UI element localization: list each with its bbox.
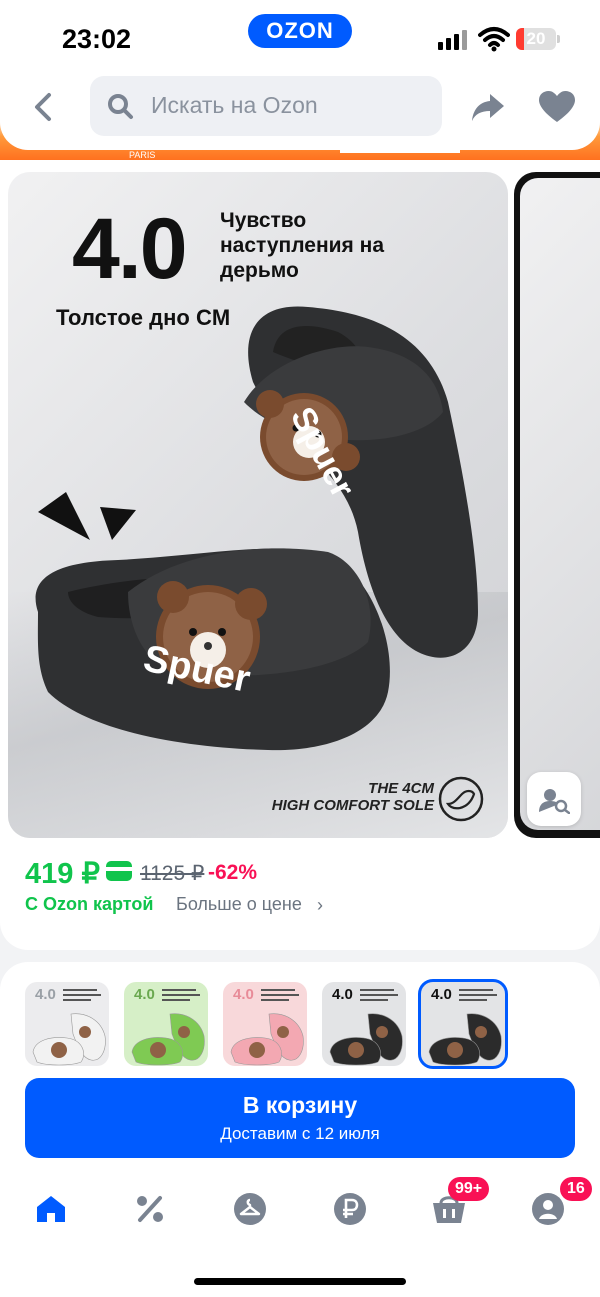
ruble-finance-icon	[334, 1193, 366, 1225]
next-product-image[interactable]	[514, 172, 600, 838]
visual-search-button[interactable]	[527, 772, 581, 826]
variant-slipper-image	[428, 1013, 502, 1066]
product-image[interactable]: Spuer Spuer 4.0 Чувство наступления на д…	[8, 172, 508, 838]
variant-number: 4.0	[35, 986, 56, 1003]
discount-icon	[137, 1196, 163, 1222]
current-price: 419 ₽	[25, 858, 100, 890]
cart-badge: 99+	[448, 1177, 490, 1201]
banner-fragment-text: PARIS	[129, 150, 156, 160]
next-image-preview	[520, 178, 600, 830]
share-icon[interactable]	[470, 90, 506, 124]
variant-number: 4.0	[134, 986, 155, 1003]
search-icon	[108, 94, 133, 119]
back-button[interactable]	[26, 90, 60, 124]
image-search-icon	[539, 789, 570, 814]
variant-slipper-image	[131, 1013, 205, 1066]
variant-number: 4.0	[233, 986, 254, 1003]
variant-caption-lines	[162, 989, 200, 1001]
variant-thumbnail[interactable]: 4.0	[418, 979, 508, 1069]
comfort-line-2: HIGH COMFORT SOLE	[271, 797, 434, 814]
profile-badge: 16	[560, 1177, 592, 1201]
variant-thumbnail[interactable]: 4.0	[124, 982, 208, 1066]
sole-icon	[438, 776, 484, 822]
catalog-hanger-icon	[234, 1193, 266, 1225]
profile-icon	[532, 1193, 564, 1225]
variant-thumbnail[interactable]: 4.0	[322, 982, 406, 1066]
cellular-signal-icon	[438, 30, 467, 50]
bottom-navigation	[0, 1162, 600, 1297]
comfort-line-1: THE 4CM	[368, 780, 434, 797]
add-to-cart-button[interactable]: В корзину Доставим с 12 июля	[25, 1078, 575, 1158]
battery-cap	[557, 35, 560, 43]
status-time: 23:02	[62, 24, 132, 54]
variant-number: 4.0	[431, 986, 452, 1003]
more-about-price-link[interactable]: Больше о цене	[176, 894, 302, 915]
nav-catalog[interactable]	[230, 1190, 270, 1228]
variant-caption-lines	[63, 989, 101, 1001]
variant-thumbnail[interactable]: 4.0	[223, 982, 307, 1066]
ozon-card-label: С Ozon картой	[25, 894, 154, 914]
variant-slipper-image	[32, 1013, 106, 1066]
delivery-date-label: Доставим с 12 июля	[220, 1124, 380, 1143]
promo-number: 4.0	[72, 201, 188, 297]
wifi-icon	[478, 27, 510, 52]
back-arrow-icon	[35, 93, 51, 121]
variant-caption-lines	[360, 989, 398, 1001]
nav-finance[interactable]	[330, 1190, 370, 1228]
promo-text: Чувство наступления на дерьмо	[220, 209, 385, 282]
comfort-text: THE 4CM HIGH COMFORT SOLE	[248, 780, 434, 814]
variant-caption-lines	[261, 989, 299, 1001]
nav-home[interactable]	[31, 1190, 71, 1228]
add-to-cart-label: В корзину	[242, 1092, 358, 1118]
home-indicator	[194, 1278, 406, 1285]
variant-slipper-image	[230, 1013, 304, 1066]
promo-subtitle: Толстое дно CM	[56, 305, 231, 330]
battery-icon: 20	[516, 28, 556, 50]
old-price: 1125 ₽	[140, 862, 205, 885]
variant-slipper-image	[329, 1013, 403, 1066]
nav-discounts[interactable]	[130, 1190, 170, 1228]
ozon-logo: OZON	[248, 14, 352, 48]
home-icon	[37, 1196, 65, 1222]
heart-icon[interactable]	[538, 90, 576, 124]
ozon-card-icon	[106, 861, 132, 881]
discount-badge: -62%	[208, 861, 258, 884]
chevron-right-icon[interactable]: ›	[317, 895, 323, 916]
variant-caption-lines	[459, 989, 497, 1001]
battery-level: 20	[526, 29, 546, 48]
search-placeholder[interactable]: Искать на Ozon	[151, 92, 318, 119]
variant-number: 4.0	[332, 986, 353, 1003]
variant-thumbnail[interactable]: 4.0	[25, 982, 109, 1066]
